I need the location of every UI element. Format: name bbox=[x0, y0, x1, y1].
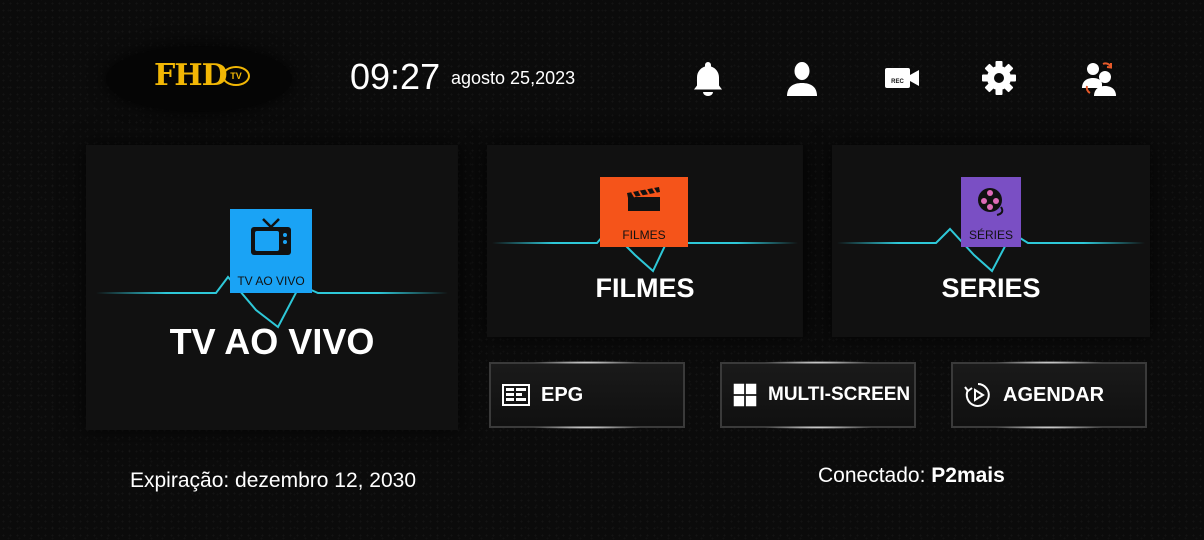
movies-badge-label: FILMES bbox=[622, 228, 666, 242]
movies-badge: FILMES bbox=[600, 177, 688, 247]
clapperboard-icon bbox=[627, 187, 660, 211]
bell-icon bbox=[694, 62, 722, 96]
movies-label: FILMES bbox=[595, 273, 695, 303]
movies-card[interactable]: FILMES FILMES bbox=[487, 145, 803, 337]
button-glow bbox=[532, 361, 642, 364]
button-glow bbox=[763, 426, 873, 429]
switch-user-icon bbox=[1082, 62, 1116, 96]
button-glow bbox=[532, 426, 642, 429]
series-label: SERIES bbox=[941, 273, 1041, 303]
connected-server: P2mais bbox=[931, 464, 1005, 487]
button-glow bbox=[994, 426, 1104, 429]
series-card[interactable]: SÉRIES SERIES bbox=[832, 145, 1150, 337]
epg-button-label: EPG bbox=[541, 383, 584, 406]
epg-button[interactable]: EPG bbox=[489, 361, 685, 429]
schedule-button-label: AGENDAR bbox=[1003, 383, 1105, 406]
rec-label: REC bbox=[891, 79, 904, 85]
series-badge-label: SÉRIES bbox=[968, 228, 1013, 242]
schedule-play-icon bbox=[964, 383, 990, 407]
schedule-button[interactable]: AGENDAR bbox=[951, 361, 1147, 429]
gear-icon bbox=[982, 61, 1016, 95]
button-glow bbox=[994, 361, 1104, 364]
tv-icon bbox=[251, 218, 291, 255]
rec-camera-icon: REC bbox=[885, 68, 919, 88]
clock-time: 09:27 bbox=[350, 56, 441, 97]
series-badge: SÉRIES bbox=[961, 177, 1021, 247]
button-glow bbox=[763, 361, 873, 364]
multi-screen-button-label: MULTI-SCREEN bbox=[768, 384, 911, 405]
notifications-button[interactable] bbox=[688, 58, 728, 98]
logo-badge: TV bbox=[222, 66, 250, 86]
connection-status: Conectado: P2mais bbox=[818, 462, 1005, 490]
settings-button[interactable] bbox=[979, 58, 1019, 98]
recordings-button[interactable]: REC bbox=[882, 58, 922, 98]
clock-date: agosto 25,2023 bbox=[451, 68, 576, 88]
user-icon bbox=[787, 62, 817, 96]
switch-user-button[interactable] bbox=[1078, 58, 1118, 98]
profile-button[interactable] bbox=[782, 58, 822, 98]
logo: FHD bbox=[154, 58, 228, 93]
expiration-text: Expiração: dezembro 12, 2030 bbox=[130, 469, 417, 492]
film-reel-icon bbox=[978, 188, 1004, 216]
multi-screen-button[interactable]: MULTI-SCREEN bbox=[720, 361, 916, 429]
live-tv-badge-label: TV AO VIVO bbox=[237, 274, 305, 288]
live-tv-card[interactable]: TV AO VIVO TV AO VIVO bbox=[86, 145, 458, 430]
live-tv-label: TV AO VIVO bbox=[169, 321, 375, 362]
epg-guide-icon bbox=[502, 384, 530, 406]
live-tv-badge: TV AO VIVO bbox=[230, 209, 312, 293]
grid-icon bbox=[733, 383, 757, 407]
connected-label: Conectado: bbox=[818, 464, 926, 487]
